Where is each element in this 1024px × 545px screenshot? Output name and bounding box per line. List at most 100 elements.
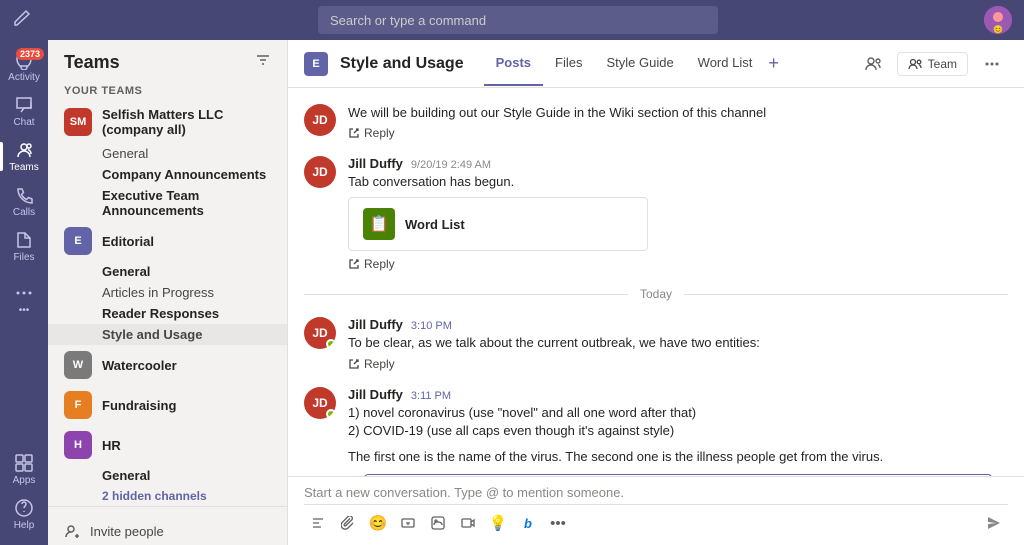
channel-title: Style and Usage [340,55,464,73]
icon-rail: 2373 Activity Chat Teams Calls Files •••… [0,40,48,545]
message-body-3: Jill Duffy 3:10 PM To be clear, as we ta… [348,317,1008,370]
reply-link-2[interactable]: Reply [348,257,1008,271]
team-hr[interactable]: H HR ••• [48,425,287,465]
invite-people-label: Invite people [90,524,164,539]
word-list-card-label: Word List [405,217,465,232]
reply-label-3: Reply [364,357,395,371]
messages-area[interactable]: JD We will be building out our Style Gui… [288,88,1024,476]
filter-icon[interactable] [255,52,271,73]
message-header-2: Jill Duffy 9/20/19 2:49 AM [348,156,1008,171]
word-list-card[interactable]: 📋 Word List [348,197,648,251]
team-button[interactable]: Team [897,52,968,76]
channel-general-hr[interactable]: General [48,465,287,486]
compose-area: Start a new conversation. Type @ to ment… [288,476,1024,545]
reply-label-2: Reply [364,257,395,271]
message-body-1: We will be building out our Style Guide … [348,104,1008,140]
search-box[interactable]: Search or type a command [318,6,718,34]
apps-label: Apps [13,475,36,486]
message-time-4: 3:11 PM [411,390,451,402]
sidebar-item-files[interactable]: Files [0,224,48,269]
sidebar-item-activity[interactable]: 2373 Activity [0,44,48,89]
message-text-1: We will be building out our Style Guide … [348,104,1008,122]
sticker-btn-new[interactable] [424,509,452,537]
message-time-2: 9/20/19 2:49 AM [411,159,491,171]
team-fundraising[interactable]: F Fundraising ••• [48,385,287,425]
hidden-channels-hr[interactable]: 2 hidden channels [48,486,287,506]
activity-label: Activity [8,72,40,83]
channel-style-usage[interactable]: Style and Usage [48,324,287,345]
team-name-sm: Selfish Matters LLC (company all) [102,107,244,137]
add-tab-icon[interactable]: + [764,53,783,74]
teams-label: Teams [9,162,38,173]
more-options-icon[interactable] [976,48,1008,80]
sidebar-item-help[interactable]: Help [0,492,48,537]
format-btn-new[interactable] [304,509,332,537]
search-placeholder: Search or type a command [330,13,486,28]
user-avatar[interactable]: 😊 [984,6,1012,34]
team-watercooler[interactable]: W Watercooler ••• [48,345,287,385]
message-group-2: JD Jill Duffy 9/20/19 2:49 AM Tab conver… [288,148,1024,279]
channel-executive-announcements[interactable]: Executive Team Announcements [48,185,287,221]
svg-text:😊: 😊 [993,25,1003,34]
reply-label-1: Reply [364,126,395,140]
sidebar-item-more[interactable]: ••• [0,277,48,322]
invite-people[interactable]: Invite people [48,515,287,545]
files-label: Files [13,252,34,263]
message-text-4a: 1) novel coronavirus (use "novel" and al… [348,404,1008,422]
channel-tabs: Posts Files Style Guide Word List + [484,41,783,86]
tab-files[interactable]: Files [543,41,594,86]
channel-articles[interactable]: Articles in Progress [48,282,287,303]
help-label: Help [14,520,35,531]
top-bar-right: 😊 [984,6,1012,34]
emoji-btn-new[interactable]: 😊 [364,509,392,537]
sidebar-item-teams[interactable]: Teams [0,134,48,179]
word-list-card-icon: 📋 [363,208,395,240]
channel-area: E Style and Usage Posts Files Style Guid… [288,40,1024,545]
tab-style-guide[interactable]: Style Guide [594,41,685,86]
message-group-3: JD Jill Duffy 3:10 PM To be clear, as we… [288,309,1024,378]
bing-btn-new[interactable]: b [514,509,542,537]
message-body-4: Jill Duffy 3:11 PM 1) novel coronavirus … [348,387,1008,476]
lightbulb-btn-new[interactable]: 💡 [484,509,512,537]
sidebar-header: Teams [48,40,287,81]
attach-btn-new[interactable] [334,509,362,537]
tab-posts[interactable]: Posts [484,41,543,86]
giphy-btn-new[interactable] [394,509,422,537]
message-text-2: Tab conversation has begun. [348,173,1008,191]
reply-link-1[interactable]: Reply [348,126,1008,140]
sidebar-item-apps[interactable]: Apps [0,447,48,492]
date-label: Today [628,287,684,301]
new-conversation-area: Start a new conversation. Type @ to ment… [288,477,1024,545]
message-text-4b: 2) COVID-19 (use all caps even though it… [348,422,1008,440]
message-group-4: JD Jill Duffy 3:11 PM 1) novel coronavir… [288,379,1024,476]
compose-icon[interactable] [12,8,32,33]
members-icon[interactable] [857,48,889,80]
message-text-4c: The first one is the name of the virus. … [348,448,1008,466]
top-bar: Search or type a command 😊 [0,0,1024,40]
team-avatar-h: H [64,431,92,459]
avatar-4: JD [304,387,336,419]
team-editorial[interactable]: E Editorial ••• [48,221,287,261]
tab-word-list[interactable]: Word List [686,41,765,86]
message-group-1: JD We will be building out our Style Gui… [288,96,1024,148]
channel-company-announcements[interactable]: Company Announcements [48,164,287,185]
reply-link-3[interactable]: Reply [348,357,1008,371]
sidebar-item-chat[interactable]: Chat [0,89,48,134]
sidebar-item-calls[interactable]: Calls [0,179,48,224]
more-toolbar-new[interactable]: ••• [544,509,572,537]
meet-btn-new[interactable] [454,509,482,537]
team-name-f: Fundraising [102,398,244,413]
teams-sidebar: Teams Your teams SM Selfish Matters LLC … [48,40,288,545]
channel-general-sm[interactable]: General [48,143,287,164]
new-conv-toolbar: 😊 💡 b ••• [304,504,1008,541]
top-bar-left [12,8,52,33]
team-selfish-matters[interactable]: SM Selfish Matters LLC (company all) ••• [48,101,287,143]
team-name-h: HR [102,438,244,453]
avatar-2: JD [304,156,336,188]
main-content: 2373 Activity Chat Teams Calls Files •••… [0,40,1024,545]
channel-reader-responses[interactable]: Reader Responses [48,303,287,324]
message-header-4: Jill Duffy 3:11 PM [348,387,1008,402]
team-avatar-e: E [64,227,92,255]
channel-general-e[interactable]: General [48,261,287,282]
send-btn-new[interactable] [980,509,1008,537]
